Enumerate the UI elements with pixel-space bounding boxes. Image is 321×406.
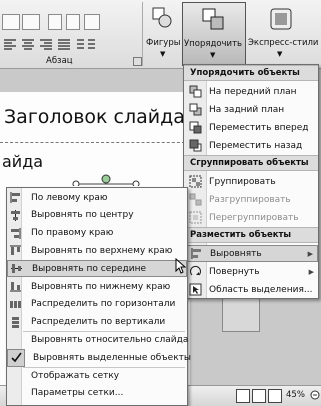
- group-item[interactable]: Группировать: [184, 173, 318, 190]
- chevron-down-icon: ▼: [160, 50, 166, 58]
- slideshow-view-icon[interactable]: [268, 389, 282, 403]
- sorter-view-icon[interactable]: [252, 389, 266, 403]
- menu-section-order: Упорядочить объекты: [184, 65, 318, 81]
- shapes-icon: [152, 6, 172, 30]
- align-item-label: Выровнять по центру: [31, 210, 134, 221]
- align-top-item[interactable]: Выровнять по верхнему краю: [7, 242, 187, 259]
- send-backward-icon: [187, 138, 203, 154]
- align-middle-icon: [8, 261, 24, 277]
- grid-settings-icon: [7, 385, 23, 401]
- group-icon: [187, 174, 203, 190]
- align-left-icon: [7, 190, 23, 206]
- align-item-label: По правому краю: [31, 228, 114, 239]
- increase-indent-button[interactable]: [66, 14, 80, 30]
- rotate-icon: [187, 264, 203, 280]
- zoom-out-icon[interactable]: [310, 388, 320, 402]
- numbering-button[interactable]: [22, 14, 40, 30]
- slide-subtitle[interactable]: айда: [2, 152, 43, 171]
- align-item[interactable]: Выровнять ▶: [184, 245, 318, 262]
- align-to-slide-icon: [7, 332, 23, 348]
- distribute-horizontally-item[interactable]: Распределить по горизонтали: [7, 296, 187, 313]
- bring-to-front-item[interactable]: На передний план: [184, 83, 318, 100]
- align-middle-item[interactable]: Выровнять по середине: [7, 260, 187, 278]
- normal-view-icon[interactable]: [236, 389, 250, 403]
- align-item-label: Выровнять по середине: [32, 263, 146, 274]
- rotate-item[interactable]: Повернуть ▶: [184, 263, 318, 280]
- line-spacing-button[interactable]: [84, 14, 100, 30]
- align-bottom-icon: [7, 279, 23, 295]
- align-item-label: Параметры сетки...: [31, 388, 124, 399]
- mouse-cursor-icon: [175, 257, 187, 274]
- submenu-arrow-icon: ▶: [307, 249, 313, 258]
- decrease-indent-button[interactable]: [48, 14, 62, 30]
- bring-to-front-icon: [187, 84, 203, 100]
- align-center-icon: [7, 207, 23, 223]
- align-top-icon: [7, 243, 23, 259]
- align-right-icon[interactable]: [39, 38, 53, 50]
- align-submenu: По левому краю Выровнять по центру По прав…: [6, 187, 191, 406]
- ungroup-item[interactable]: Разгруппировать: [184, 191, 318, 208]
- group-separator: [142, 2, 143, 66]
- chevron-down-icon: ▼: [210, 51, 216, 59]
- zoom-level[interactable]: 45%: [286, 390, 305, 400]
- show-grid-item[interactable]: Отображать сетку: [7, 367, 187, 384]
- align-item-label: Выровнять по нижнему краю: [31, 281, 171, 292]
- distribute-horizontally-icon: [7, 296, 23, 312]
- align-item-label: Отображать сетку: [31, 370, 120, 381]
- align-item-label: Распределить по вертикали: [31, 317, 166, 328]
- show-grid-icon: [7, 368, 23, 384]
- align-center-icon[interactable]: [21, 38, 35, 50]
- align-to-slide-item[interactable]: Выровнять относительно слайда: [7, 331, 189, 348]
- regroup-icon: [187, 210, 203, 226]
- arrange-button[interactable]: Упорядочить ▼: [182, 2, 246, 66]
- submenu-arrow-icon: ▶: [308, 267, 314, 276]
- align-left-icon[interactable]: [3, 38, 17, 50]
- align-item-label: Выровнять по верхнему краю: [31, 245, 173, 256]
- selection-pane-icon: [187, 282, 203, 298]
- justify-icon[interactable]: [57, 38, 71, 50]
- align-item-label: По левому краю: [31, 192, 108, 203]
- bring-forward-icon: [187, 120, 203, 136]
- align-right-icon: [7, 225, 23, 241]
- align-icon: [188, 246, 204, 262]
- ungroup-icon: [187, 192, 203, 208]
- quick-styles-icon: [268, 6, 294, 34]
- bring-forward-item[interactable]: Переместить вперед: [184, 119, 318, 136]
- arrange-icon: [201, 7, 227, 35]
- align-left-item[interactable]: По левому краю: [7, 189, 187, 206]
- distribute-vertically-item[interactable]: Распределить по вертикали: [7, 314, 187, 331]
- paragraph-group-label: Абзац: [46, 56, 73, 66]
- send-to-back-item[interactable]: На задний план: [184, 101, 318, 118]
- quick-styles-button[interactable]: Экспресс-стили ▼: [248, 2, 318, 64]
- align-selected-item[interactable]: Выровнять выделенные объекты: [7, 348, 191, 367]
- send-backward-item[interactable]: Переместить назад: [184, 137, 318, 154]
- placeholder-border: [0, 142, 190, 144]
- align-bottom-item[interactable]: Выровнять по нижнему краю: [7, 278, 187, 295]
- align-item-label: Выровнять относительно слайда: [31, 334, 189, 345]
- menu-section-group: Сгруппировать объекты: [184, 155, 318, 171]
- grid-settings-item[interactable]: Параметры сетки...: [7, 385, 187, 402]
- paragraph-dialog-launcher-icon[interactable]: [133, 57, 142, 66]
- selection-handles[interactable]: [66, 174, 146, 188]
- bullets-button[interactable]: [2, 14, 20, 30]
- align-right-item[interactable]: По правому краю: [7, 225, 187, 242]
- menu-section-position: Разместить объекты: [184, 227, 318, 243]
- ribbon: Абзац Фигуры ▼ Упорядочить ▼ Экспресс-ст…: [0, 0, 321, 69]
- align-center-item[interactable]: Выровнять по центру: [7, 207, 187, 224]
- shapes-button[interactable]: Фигуры ▼: [146, 2, 180, 64]
- send-to-back-icon: [187, 102, 203, 118]
- chevron-down-icon: ▼: [277, 50, 283, 58]
- selection-pane-item[interactable]: Область выделения...: [184, 281, 318, 298]
- distribute-vertically-icon: [7, 314, 23, 330]
- arrange-menu: Упорядочить объекты На передний план На …: [183, 64, 319, 299]
- regroup-item[interactable]: Перегруппировать: [184, 209, 318, 226]
- align-item-label: Распределить по горизонтали: [31, 299, 176, 310]
- align-selected-icon: [7, 348, 25, 367]
- slide-title[interactable]: Заголовок слайда: [4, 106, 185, 128]
- align-item-label: Выровнять выделенные объекты: [33, 352, 191, 363]
- columns-icon[interactable]: [76, 38, 96, 50]
